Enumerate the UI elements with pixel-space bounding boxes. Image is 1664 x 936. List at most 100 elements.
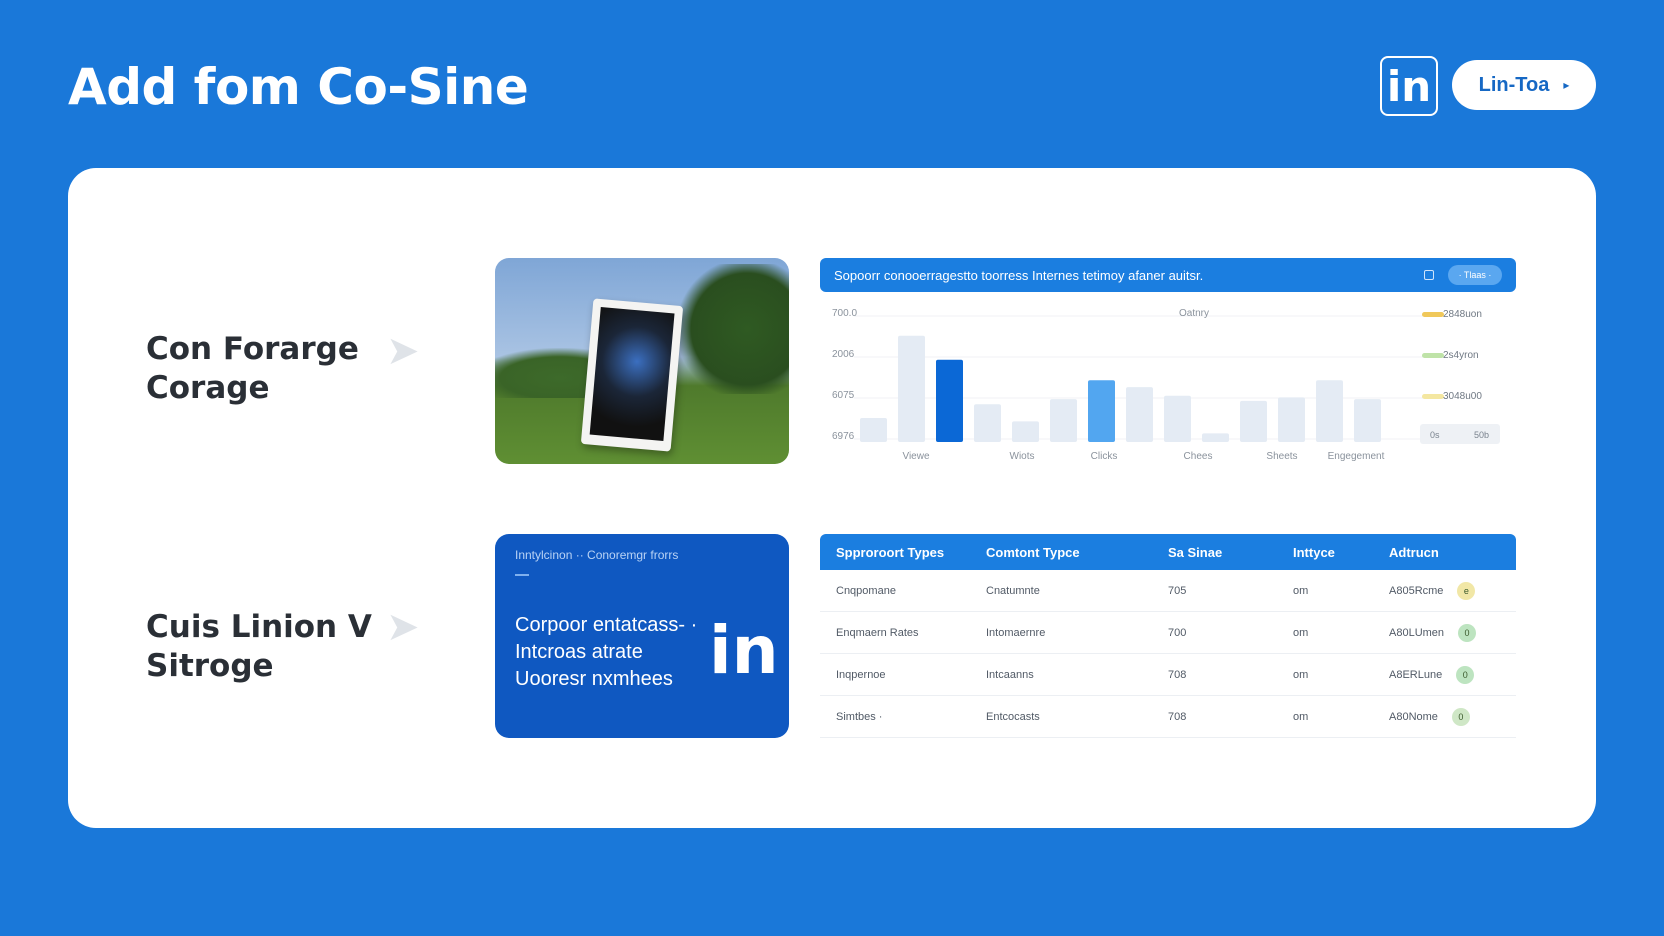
chart-bar: [1164, 395, 1191, 442]
status-icon[interactable]: 0: [1451, 707, 1470, 726]
column-header[interactable]: Spproroort Types: [820, 545, 986, 560]
table-header: Spproroort Types Comtont Typce Sa Sinae …: [820, 534, 1516, 570]
data-table: Spproroort Types Comtont Typce Sa Sinae …: [820, 534, 1516, 738]
table-cell: om: [1293, 626, 1309, 639]
promo-lines: Corpoor entatcass- · Intcroas atrate Uoo…: [515, 612, 697, 693]
table-row[interactable]: Simtbes · Entcocasts 708 om A80Nome 0: [820, 696, 1516, 738]
linkedin-logo-icon: in: [709, 612, 779, 689]
table-cell: om: [1293, 710, 1309, 723]
chart-bar: [1126, 387, 1153, 442]
table-cell: Intcaanns: [986, 668, 1034, 681]
menu-icon[interactable]: [1424, 270, 1434, 280]
row-label-2: Cuis Linion V Sitroge: [146, 608, 372, 686]
chart-panel: Sopoorr conooerragestto toorress Interne…: [820, 258, 1516, 478]
table-cell: 708: [1168, 668, 1187, 681]
row-label-1: Con Forarge Corage: [146, 330, 359, 408]
chart-bar: [1278, 397, 1305, 442]
column-header[interactable]: Adtrucn: [1389, 545, 1516, 560]
chart-bar: [936, 359, 963, 442]
column-header[interactable]: Inttyce: [1293, 545, 1389, 560]
bar-chart: 700.0 2006 6075 6976 Oatnry Viewe Wiots Clicks C…: [832, 308, 1500, 462]
top-pill-button[interactable]: Lin-Toa ▸: [1452, 60, 1596, 110]
row-label-1-line1: Con Forarge: [146, 331, 359, 367]
action-text: A80Nome: [1389, 710, 1438, 723]
legend-footer-label: 50b: [1474, 430, 1489, 440]
promo-small-text: Inntylcinon ·· Conoremgr frorrs: [515, 548, 679, 562]
legend-swatch: [1422, 394, 1444, 399]
status-icon[interactable]: 0: [1456, 665, 1475, 684]
x-tick-label: Chees: [1184, 451, 1213, 462]
table-row[interactable]: Inqpernoe Intcaanns 708 om A8ERLune 0: [820, 654, 1516, 696]
column-header[interactable]: Comtont Typce: [986, 545, 1168, 560]
promo-line-1: Corpoor entatcass- ·: [515, 614, 698, 636]
legend-footer-label: 0s: [1430, 430, 1440, 440]
table-cell: 708: [1168, 710, 1187, 723]
chart-header-title: Sopoorr conooerragestto toorress Interne…: [834, 267, 1204, 283]
table-cell: Cnatumnte: [986, 584, 1040, 597]
y-tick-label: 6075: [832, 390, 855, 401]
x-tick-label: Sheets: [1266, 451, 1297, 462]
legend-swatch: [1422, 353, 1444, 358]
chart-bar: [1240, 400, 1267, 442]
table-cell: Intomaernre: [986, 626, 1046, 639]
chart-bar: [974, 404, 1001, 442]
x-tick-label: Wiots: [1010, 451, 1035, 462]
action-text: A8ERLune: [1389, 668, 1443, 681]
page-title: Add fom Co-Sine: [68, 58, 529, 116]
status-icon[interactable]: e: [1457, 581, 1476, 600]
chart-header: Sopoorr conooerragestto toorress Interne…: [820, 258, 1516, 292]
chart-bar: [1354, 399, 1381, 442]
chart-bar: [1316, 380, 1343, 442]
promo-divider: [515, 574, 529, 576]
legend-title: Oatnry: [1179, 308, 1209, 319]
table-row[interactable]: Cnqpomane Cnatumnte 705 om A805Rcme e: [820, 570, 1516, 612]
x-tick-label: Engegement: [1328, 451, 1385, 462]
legend-swatch: [1422, 312, 1444, 317]
table-cell: om: [1293, 668, 1309, 681]
photo-tablet: [580, 298, 684, 452]
promo-line-2: Intcroas atrate: [515, 641, 643, 663]
table-cell: 700: [1168, 626, 1187, 639]
row-label-2-line2: Sitroge: [146, 648, 274, 684]
chart-bar: [898, 335, 925, 442]
y-tick-label: 6976: [832, 431, 855, 442]
photo-tablet-screen: [589, 307, 675, 441]
table-cell: Inqpernoe: [836, 668, 886, 681]
photo-trees: [669, 264, 789, 394]
table-cell: A80Nome 0: [1389, 707, 1516, 726]
action-text: A80LUmen: [1389, 626, 1445, 639]
chevron-right-icon: ▸: [1563, 78, 1570, 92]
x-tick-label: Viewe: [902, 451, 929, 462]
chart-bar: [1012, 421, 1039, 442]
chart-bar: [1202, 433, 1229, 442]
action-text: A805Rcme: [1389, 584, 1444, 597]
chart-bar: [1088, 380, 1115, 442]
table-cell: 705: [1168, 584, 1187, 597]
table-cell: A8ERLune 0: [1389, 665, 1516, 684]
promo-line-3: Uooresr nxmhees: [515, 668, 673, 690]
content-photo[interactable]: [495, 258, 789, 464]
promo-card[interactable]: Inntylcinon ·· Conoremgr frorrs Corpoor …: [495, 534, 789, 738]
legend-label: 2848uon: [1443, 309, 1482, 320]
row-label-1-line2: Corage: [146, 370, 270, 406]
y-tick-label: 700.0: [832, 308, 857, 319]
table-body: Cnqpomane Cnatumnte 705 om A805Rcme e Enqmaern…: [820, 570, 1516, 738]
arrow-right-icon: ➤: [386, 605, 420, 649]
table-row[interactable]: Enqmaern Rates Intomaernre 700 om A80LUmen 0: [820, 612, 1516, 654]
legend-label: 3048u00: [1443, 391, 1482, 402]
arrow-right-icon: ➤: [386, 329, 420, 373]
table-cell: Enqmaern Rates: [836, 626, 919, 639]
status-icon[interactable]: 0: [1458, 623, 1477, 642]
top-pill-label: Lin-Toa: [1478, 73, 1550, 96]
y-tick-label: 2006: [832, 349, 855, 360]
main-card: Con Forarge Corage ➤ Cuis Linion V Sitro…: [68, 168, 1596, 828]
linkedin-logo-icon[interactable]: in: [1380, 56, 1438, 116]
table-cell: A80LUmen 0: [1389, 623, 1516, 642]
chart-header-button[interactable]: · Tlaas ·: [1448, 265, 1502, 285]
chart-bar: [860, 418, 887, 442]
legend-label: 2s4yron: [1443, 350, 1479, 361]
x-tick-label: Clicks: [1091, 451, 1118, 462]
column-header[interactable]: Sa Sinae: [1168, 545, 1293, 560]
table-cell: A805Rcme e: [1389, 581, 1516, 600]
table-cell: om: [1293, 584, 1309, 597]
